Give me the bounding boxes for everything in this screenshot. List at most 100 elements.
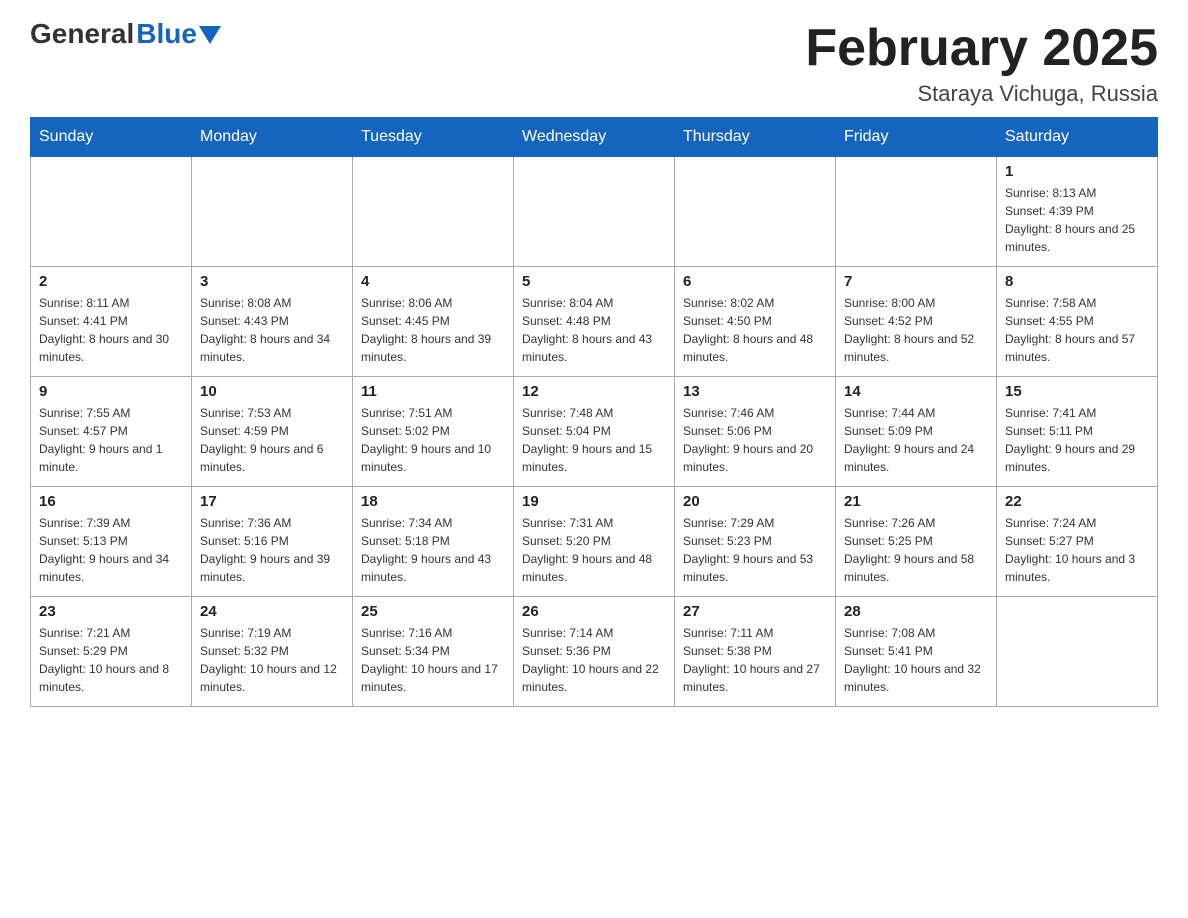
calendar-day-cell: 2 Sunrise: 8:11 AM Sunset: 4:41 PM Daylig… — [31, 267, 192, 377]
day-of-week-header: Sunday — [31, 118, 192, 157]
calendar-day-cell — [514, 157, 675, 267]
day-sun-info: Sunrise: 7:21 AM Sunset: 5:29 PM Dayligh… — [39, 624, 183, 696]
day-number: 21 — [844, 493, 988, 510]
day-number: 10 — [200, 383, 344, 400]
calendar-day-cell: 11 Sunrise: 7:51 AM Sunset: 5:02 PM Dayli… — [353, 377, 514, 487]
calendar-header-row: SundayMondayTuesdayWednesdayThursdayFrid… — [31, 118, 1158, 157]
day-sun-info: Sunrise: 7:24 AM Sunset: 5:27 PM Dayligh… — [1005, 514, 1149, 586]
day-sun-info: Sunrise: 8:02 AM Sunset: 4:50 PM Dayligh… — [683, 294, 827, 366]
day-sun-info: Sunrise: 7:29 AM Sunset: 5:23 PM Dayligh… — [683, 514, 827, 586]
calendar-day-cell — [836, 157, 997, 267]
day-sun-info: Sunrise: 8:04 AM Sunset: 4:48 PM Dayligh… — [522, 294, 666, 366]
day-of-week-header: Tuesday — [353, 118, 514, 157]
day-sun-info: Sunrise: 7:41 AM Sunset: 5:11 PM Dayligh… — [1005, 404, 1149, 476]
day-number: 13 — [683, 383, 827, 400]
calendar-week-row: 16Sunrise: 7:39 AM Sunset: 5:13 PM Dayli… — [31, 487, 1158, 597]
calendar-day-cell — [675, 157, 836, 267]
calendar-day-cell: 1 Sunrise: 8:13 AM Sunset: 4:39 PM Daylig… — [997, 157, 1158, 267]
calendar-day-cell: 22 Sunrise: 7:24 AM Sunset: 5:27 PM Dayli… — [997, 487, 1158, 597]
calendar-day-cell: 13Sunrise: 7:46 AM Sunset: 5:06 PM Dayli… — [675, 377, 836, 487]
calendar-day-cell: 10 Sunrise: 7:53 AM Sunset: 4:59 PM Dayli… — [192, 377, 353, 487]
day-number: 4 — [361, 273, 505, 290]
day-number: 3 — [200, 273, 344, 290]
day-sun-info: Sunrise: 8:06 AM Sunset: 4:45 PM Dayligh… — [361, 294, 505, 366]
calendar-day-cell: 25 Sunrise: 7:16 AM Sunset: 5:34 PM Dayli… — [353, 597, 514, 707]
day-number: 28 — [844, 603, 988, 620]
day-number: 20 — [683, 493, 827, 510]
day-number: 18 — [361, 493, 505, 510]
location-subtitle: Staraya Vichuga, Russia — [805, 81, 1158, 107]
day-sun-info: Sunrise: 8:11 AM Sunset: 4:41 PM Dayligh… — [39, 294, 183, 366]
day-sun-info: Sunrise: 8:13 AM Sunset: 4:39 PM Dayligh… — [1005, 184, 1149, 256]
calendar-day-cell: 16Sunrise: 7:39 AM Sunset: 5:13 PM Dayli… — [31, 487, 192, 597]
calendar-day-cell: 26 Sunrise: 7:14 AM Sunset: 5:36 PM Dayli… — [514, 597, 675, 707]
day-sun-info: Sunrise: 7:19 AM Sunset: 5:32 PM Dayligh… — [200, 624, 344, 696]
day-number: 8 — [1005, 273, 1149, 290]
day-of-week-header: Thursday — [675, 118, 836, 157]
calendar-day-cell: 24 Sunrise: 7:19 AM Sunset: 5:32 PM Dayli… — [192, 597, 353, 707]
day-number: 15 — [1005, 383, 1149, 400]
day-number: 11 — [361, 383, 505, 400]
day-number: 12 — [522, 383, 666, 400]
calendar-day-cell: 19 Sunrise: 7:31 AM Sunset: 5:20 PM Dayli… — [514, 487, 675, 597]
day-number: 25 — [361, 603, 505, 620]
day-sun-info: Sunrise: 7:51 AM Sunset: 5:02 PM Dayligh… — [361, 404, 505, 476]
day-number: 2 — [39, 273, 183, 290]
day-number: 1 — [1005, 163, 1149, 180]
logo-text-blue: Blue — [136, 20, 197, 48]
calendar-day-cell: 5 Sunrise: 8:04 AM Sunset: 4:48 PM Daylig… — [514, 267, 675, 377]
calendar-day-cell: 23 Sunrise: 7:21 AM Sunset: 5:29 PM Dayli… — [31, 597, 192, 707]
day-number: 23 — [39, 603, 183, 620]
day-sun-info: Sunrise: 7:34 AM Sunset: 5:18 PM Dayligh… — [361, 514, 505, 586]
calendar-day-cell: 20 Sunrise: 7:29 AM Sunset: 5:23 PM Dayli… — [675, 487, 836, 597]
calendar-day-cell: 15 Sunrise: 7:41 AM Sunset: 5:11 PM Dayli… — [997, 377, 1158, 487]
logo-arrow-icon — [199, 26, 221, 44]
day-number: 9 — [39, 383, 183, 400]
calendar-day-cell — [192, 157, 353, 267]
day-number: 24 — [200, 603, 344, 620]
calendar-table: SundayMondayTuesdayWednesdayThursdayFrid… — [30, 117, 1158, 707]
calendar-week-row: 9 Sunrise: 7:55 AM Sunset: 4:57 PM Daylig… — [31, 377, 1158, 487]
calendar-day-cell: 4 Sunrise: 8:06 AM Sunset: 4:45 PM Daylig… — [353, 267, 514, 377]
day-sun-info: Sunrise: 7:39 AM Sunset: 5:13 PM Dayligh… — [39, 514, 183, 586]
calendar-week-row: 1 Sunrise: 8:13 AM Sunset: 4:39 PM Daylig… — [31, 157, 1158, 267]
day-number: 17 — [200, 493, 344, 510]
calendar-day-cell: 18 Sunrise: 7:34 AM Sunset: 5:18 PM Dayli… — [353, 487, 514, 597]
day-number: 22 — [1005, 493, 1149, 510]
calendar-day-cell: 21 Sunrise: 7:26 AM Sunset: 5:25 PM Dayli… — [836, 487, 997, 597]
calendar-week-row: 2 Sunrise: 8:11 AM Sunset: 4:41 PM Daylig… — [31, 267, 1158, 377]
day-number: 27 — [683, 603, 827, 620]
day-of-week-header: Friday — [836, 118, 997, 157]
day-of-week-header: Saturday — [997, 118, 1158, 157]
day-sun-info: Sunrise: 7:16 AM Sunset: 5:34 PM Dayligh… — [361, 624, 505, 696]
calendar-week-row: 23 Sunrise: 7:21 AM Sunset: 5:29 PM Dayli… — [31, 597, 1158, 707]
calendar-day-cell: 3 Sunrise: 8:08 AM Sunset: 4:43 PM Daylig… — [192, 267, 353, 377]
calendar-day-cell: 14Sunrise: 7:44 AM Sunset: 5:09 PM Dayli… — [836, 377, 997, 487]
day-number: 26 — [522, 603, 666, 620]
page-header: General Blue February 2025 Staraya Vichu… — [30, 20, 1158, 107]
month-title: February 2025 — [805, 20, 1158, 77]
calendar-day-cell — [353, 157, 514, 267]
logo: General Blue — [30, 20, 221, 48]
calendar-day-cell — [997, 597, 1158, 707]
calendar-day-cell: 27Sunrise: 7:11 AM Sunset: 5:38 PM Dayli… — [675, 597, 836, 707]
day-sun-info: Sunrise: 7:26 AM Sunset: 5:25 PM Dayligh… — [844, 514, 988, 586]
title-block: February 2025 Staraya Vichuga, Russia — [805, 20, 1158, 107]
day-sun-info: Sunrise: 8:00 AM Sunset: 4:52 PM Dayligh… — [844, 294, 988, 366]
logo-text-main: General — [30, 20, 134, 48]
calendar-day-cell: 6Sunrise: 8:02 AM Sunset: 4:50 PM Daylig… — [675, 267, 836, 377]
day-sun-info: Sunrise: 8:08 AM Sunset: 4:43 PM Dayligh… — [200, 294, 344, 366]
day-sun-info: Sunrise: 7:36 AM Sunset: 5:16 PM Dayligh… — [200, 514, 344, 586]
day-number: 19 — [522, 493, 666, 510]
day-of-week-header: Wednesday — [514, 118, 675, 157]
day-sun-info: Sunrise: 7:14 AM Sunset: 5:36 PM Dayligh… — [522, 624, 666, 696]
day-number: 5 — [522, 273, 666, 290]
day-sun-info: Sunrise: 7:08 AM Sunset: 5:41 PM Dayligh… — [844, 624, 988, 696]
calendar-day-cell: 7Sunrise: 8:00 AM Sunset: 4:52 PM Daylig… — [836, 267, 997, 377]
day-sun-info: Sunrise: 7:53 AM Sunset: 4:59 PM Dayligh… — [200, 404, 344, 476]
day-sun-info: Sunrise: 7:55 AM Sunset: 4:57 PM Dayligh… — [39, 404, 183, 476]
day-sun-info: Sunrise: 7:48 AM Sunset: 5:04 PM Dayligh… — [522, 404, 666, 476]
day-sun-info: Sunrise: 7:31 AM Sunset: 5:20 PM Dayligh… — [522, 514, 666, 586]
calendar-day-cell: 28 Sunrise: 7:08 AM Sunset: 5:41 PM Dayli… — [836, 597, 997, 707]
calendar-day-cell: 8Sunrise: 7:58 AM Sunset: 4:55 PM Daylig… — [997, 267, 1158, 377]
